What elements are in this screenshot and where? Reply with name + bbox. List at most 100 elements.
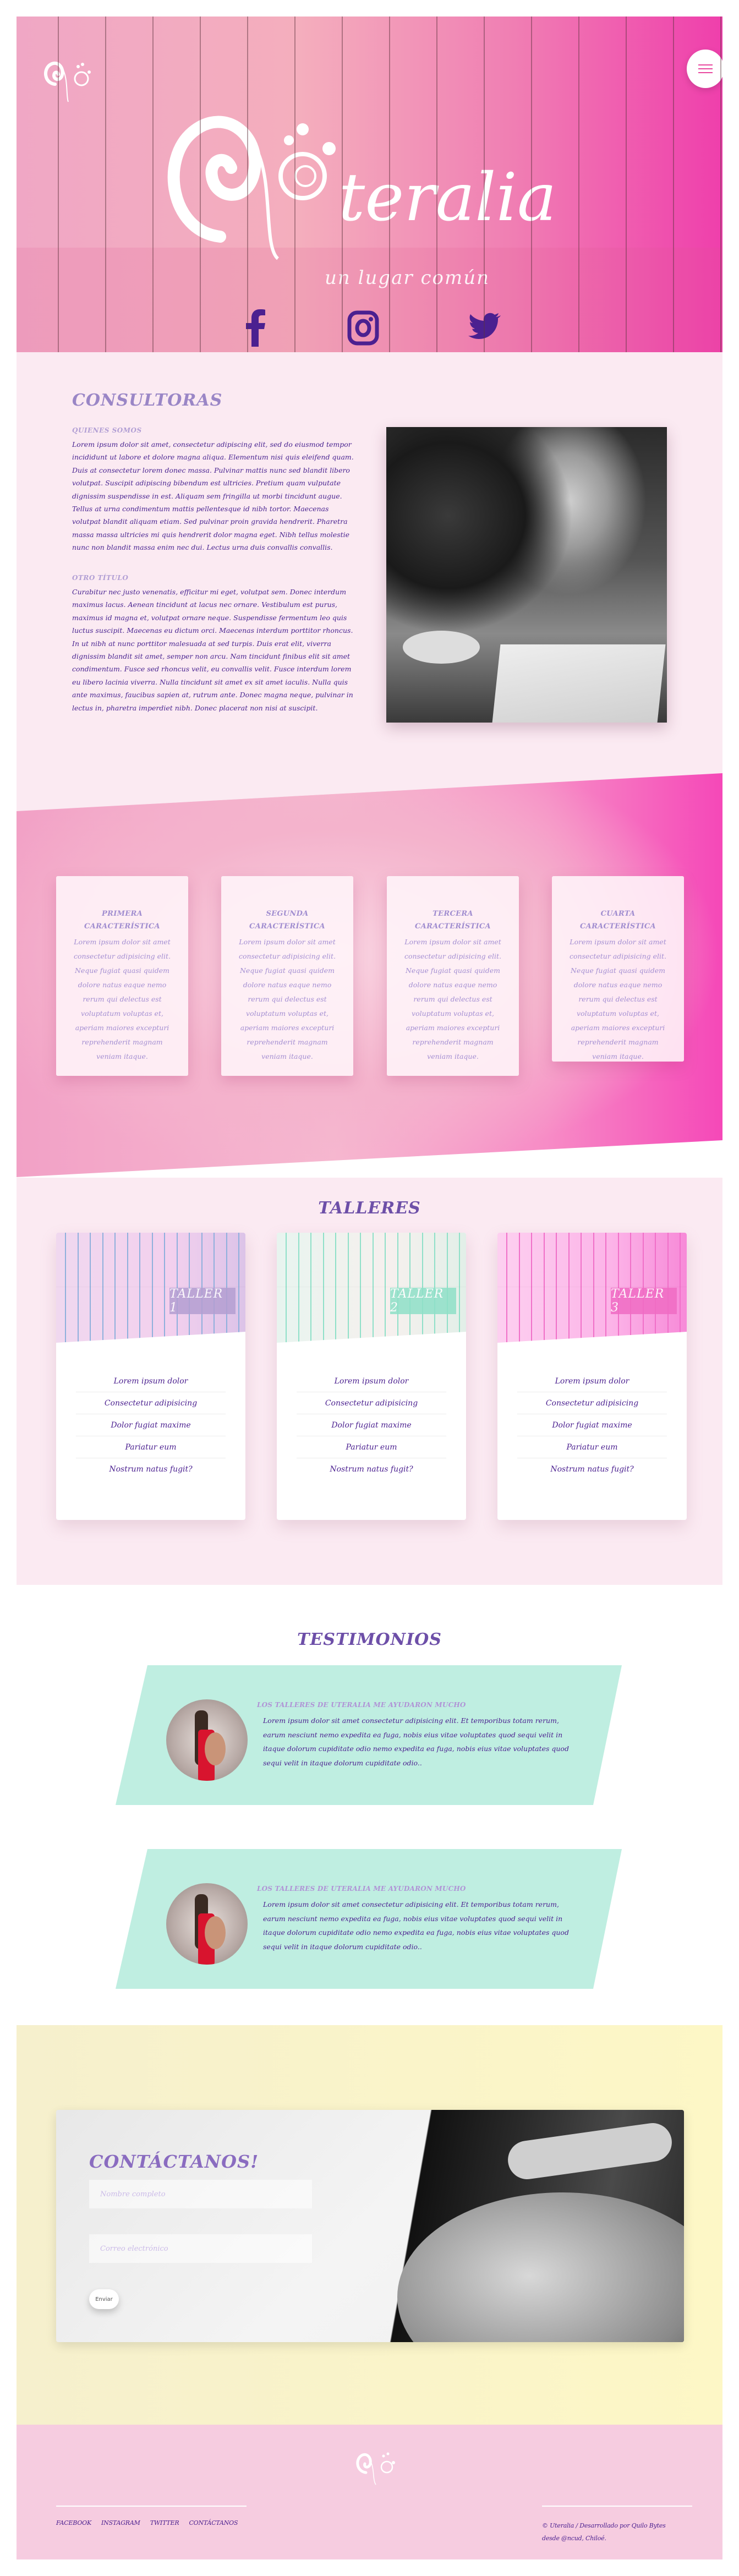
feature-title: CUARTA CARACTERÍSTICA bbox=[580, 910, 656, 931]
photo-hand bbox=[505, 2120, 675, 2182]
wood-plank-line bbox=[152, 17, 154, 352]
taller-card[interactable]: TALLER 2 Lorem ipsum dolor Consectetur adi… bbox=[277, 1233, 466, 1520]
contact-card: CONTÁCTANOS! Enviar bbox=[56, 2110, 684, 2342]
facebook-icon[interactable] bbox=[239, 308, 272, 347]
testimonial-title: LOS TALLERES DE UTERALIA ME AYUDARON MUC… bbox=[257, 1885, 466, 1893]
taller-card[interactable]: TALLER 1 Lorem ipsum dolor Consectetur adi… bbox=[56, 1233, 245, 1520]
consultoras-title: CONSULTORAS bbox=[72, 391, 223, 410]
taller-item: Nostrum natus fugit? bbox=[109, 1465, 193, 1474]
feature-text: Lorem ipsum dolor sit amet consectetur a… bbox=[569, 938, 667, 1060]
email-input[interactable] bbox=[89, 2234, 312, 2263]
taller-image: TALLER 1 bbox=[56, 1233, 245, 1343]
full-name-input[interactable] bbox=[89, 2180, 312, 2208]
wood-plank-line bbox=[342, 17, 343, 352]
taller-item: Lorem ipsum dolor bbox=[517, 1370, 667, 1392]
instagram-icon[interactable] bbox=[347, 308, 380, 347]
taller-item: Pariatur eum bbox=[297, 1436, 446, 1458]
pregnant-belly-photo bbox=[340, 2110, 684, 2342]
wood-plank-line bbox=[720, 17, 721, 352]
taller-item: Lorem ipsum dolor bbox=[76, 1370, 226, 1392]
hero-banner: teralia un lugar común bbox=[17, 17, 722, 352]
taller-item: Nostrum natus fugit? bbox=[330, 1465, 413, 1474]
submit-button[interactable]: Enviar bbox=[89, 2289, 119, 2309]
feature-card: TERCERA CARACTERÍSTICA Lorem ipsum dolor … bbox=[387, 876, 519, 1076]
taller-item: Consectetur adipisicing bbox=[76, 1392, 226, 1414]
taller-item-list: Lorem ipsum dolor Consectetur adipisicing… bbox=[297, 1370, 446, 1480]
feature-title: PRIMERA CARACTERÍSTICA bbox=[84, 910, 160, 931]
wood-plank-line bbox=[578, 17, 579, 352]
wood-plank-line bbox=[673, 17, 674, 352]
testimonial-avatar bbox=[166, 1699, 248, 1781]
quienes-somos-text: Lorem ipsum dolor sit amet, consectetur … bbox=[72, 440, 354, 552]
taller-item-list: Lorem ipsum dolor Consectetur adipisicing… bbox=[76, 1370, 226, 1480]
consultants-photo bbox=[386, 427, 667, 723]
taller-label: TALLER 3 bbox=[611, 1287, 677, 1315]
wood-plank-line bbox=[531, 17, 532, 352]
feature-title: SEGUNDA CARACTERÍSTICA bbox=[249, 910, 325, 931]
taller-item: Pariatur eum bbox=[517, 1436, 667, 1458]
taller-card[interactable]: TALLER 3 Lorem ipsum dolor Consectetur adi… bbox=[497, 1233, 687, 1520]
feature-card: SEGUNDA CARACTERÍSTICA Lorem ipsum dolor … bbox=[221, 876, 353, 1076]
small-logo-icon[interactable] bbox=[39, 47, 99, 107]
wood-plank-line bbox=[626, 17, 627, 352]
copyright-line-2: desde @ncud, Chiloé. bbox=[542, 2535, 606, 2542]
otro-titulo-heading: OTRO TÍTULO bbox=[72, 574, 129, 582]
taller-item: Lorem ipsum dolor bbox=[297, 1370, 446, 1392]
copyright: © Uteralia / Desarrollado por Quilo Byte… bbox=[542, 2519, 666, 2545]
otro-titulo-text: Curabitur nec justo venenatis, efficitur… bbox=[72, 588, 353, 712]
feature-text: Lorem ipsum dolor sit amet consectetur a… bbox=[404, 938, 502, 1060]
brand-name: teralia bbox=[338, 160, 557, 236]
taller-item: Consectetur adipisicing bbox=[297, 1392, 446, 1414]
taller-image: TALLER 2 bbox=[277, 1233, 466, 1343]
testimonial-avatar bbox=[166, 1883, 248, 1965]
testimonial-card: LOS TALLERES DE UTERALIA ME AYUDARON MUC… bbox=[116, 1849, 622, 1989]
contact-title: CONTÁCTANOS! bbox=[89, 2151, 259, 2172]
menu-button[interactable] bbox=[687, 50, 722, 88]
footer-link-contact[interactable]: CONTÁCTANOS bbox=[189, 2519, 238, 2526]
footer-link-facebook[interactable]: FACEBOOK bbox=[56, 2519, 91, 2526]
footer-nav: FACEBOOK INSTAGRAM TWITTER CONTÁCTANOS bbox=[56, 2519, 238, 2526]
footer-link-instagram[interactable]: INSTAGRAM bbox=[101, 2519, 140, 2526]
testimonios-title: TESTIMONIOS bbox=[297, 1630, 442, 1649]
testimonial-text: Lorem ipsum dolor sit amet consectetur a… bbox=[263, 1900, 569, 1951]
brand-tagline: un lugar común bbox=[325, 267, 490, 289]
wood-plank-line bbox=[105, 17, 106, 352]
taller-item: Consectetur adipisicing bbox=[517, 1392, 667, 1414]
quienes-somos-heading: QUIENES SOMOS bbox=[72, 426, 142, 434]
feature-text: Lorem ipsum dolor sit amet consectetur a… bbox=[238, 938, 336, 1060]
testimonial-text: Lorem ipsum dolor sit amet consectetur a… bbox=[263, 1716, 569, 1767]
feature-card: PRIMERA CARACTERÍSTICA Lorem ipsum dolor … bbox=[56, 876, 188, 1076]
taller-item: Dolor fugiat maxime bbox=[76, 1414, 226, 1436]
feature-text: Lorem ipsum dolor sit amet consectetur a… bbox=[73, 938, 171, 1060]
footer: FACEBOOK INSTAGRAM TWITTER CONTÁCTANOS ©… bbox=[17, 2425, 722, 2559]
photo-cup bbox=[403, 631, 480, 664]
feature-title: TERCERA CARACTERÍSTICA bbox=[415, 910, 491, 931]
taller-label: TALLER 1 bbox=[169, 1287, 236, 1315]
hamburger-icon bbox=[698, 64, 713, 65]
footer-logo-icon bbox=[356, 2452, 395, 2485]
photo-belly bbox=[397, 2192, 684, 2342]
taller-item: Dolor fugiat maxime bbox=[297, 1414, 446, 1436]
wood-plank-line bbox=[294, 17, 295, 352]
consultoras-section: CONSULTORAS QUIENES SOMOS Lorem ipsum do… bbox=[17, 352, 722, 825]
talleres-title: TALLERES bbox=[318, 1199, 421, 1218]
wood-plank-line bbox=[484, 17, 485, 352]
wood-plank-line bbox=[389, 17, 390, 352]
wood-plank-line bbox=[58, 17, 59, 352]
taller-image: TALLER 3 bbox=[497, 1233, 687, 1343]
footer-divider-right bbox=[542, 2506, 692, 2507]
taller-item: Pariatur eum bbox=[76, 1436, 226, 1458]
footer-link-twitter[interactable]: TWITTER bbox=[150, 2519, 179, 2526]
taller-label: TALLER 2 bbox=[390, 1287, 456, 1315]
feature-card: CUARTA CARACTERÍSTICA Lorem ipsum dolor s… bbox=[552, 876, 684, 1062]
taller-item: Nostrum natus fugit? bbox=[550, 1465, 634, 1474]
copyright-line-1: © Uteralia / Desarrollado por Quilo Byte… bbox=[542, 2522, 666, 2529]
testimonial-title: LOS TALLERES DE UTERALIA ME AYUDARON MUC… bbox=[257, 1701, 466, 1709]
wood-plank-line bbox=[200, 17, 201, 352]
footer-divider-left bbox=[56, 2506, 247, 2507]
wood-plank-line bbox=[436, 17, 437, 352]
taller-item-list: Lorem ipsum dolor Consectetur adipisicing… bbox=[517, 1370, 667, 1480]
photo-papers bbox=[492, 644, 666, 723]
testimonial-card: LOS TALLERES DE UTERALIA ME AYUDARON MUC… bbox=[116, 1665, 622, 1805]
wood-plank-line bbox=[247, 17, 248, 352]
